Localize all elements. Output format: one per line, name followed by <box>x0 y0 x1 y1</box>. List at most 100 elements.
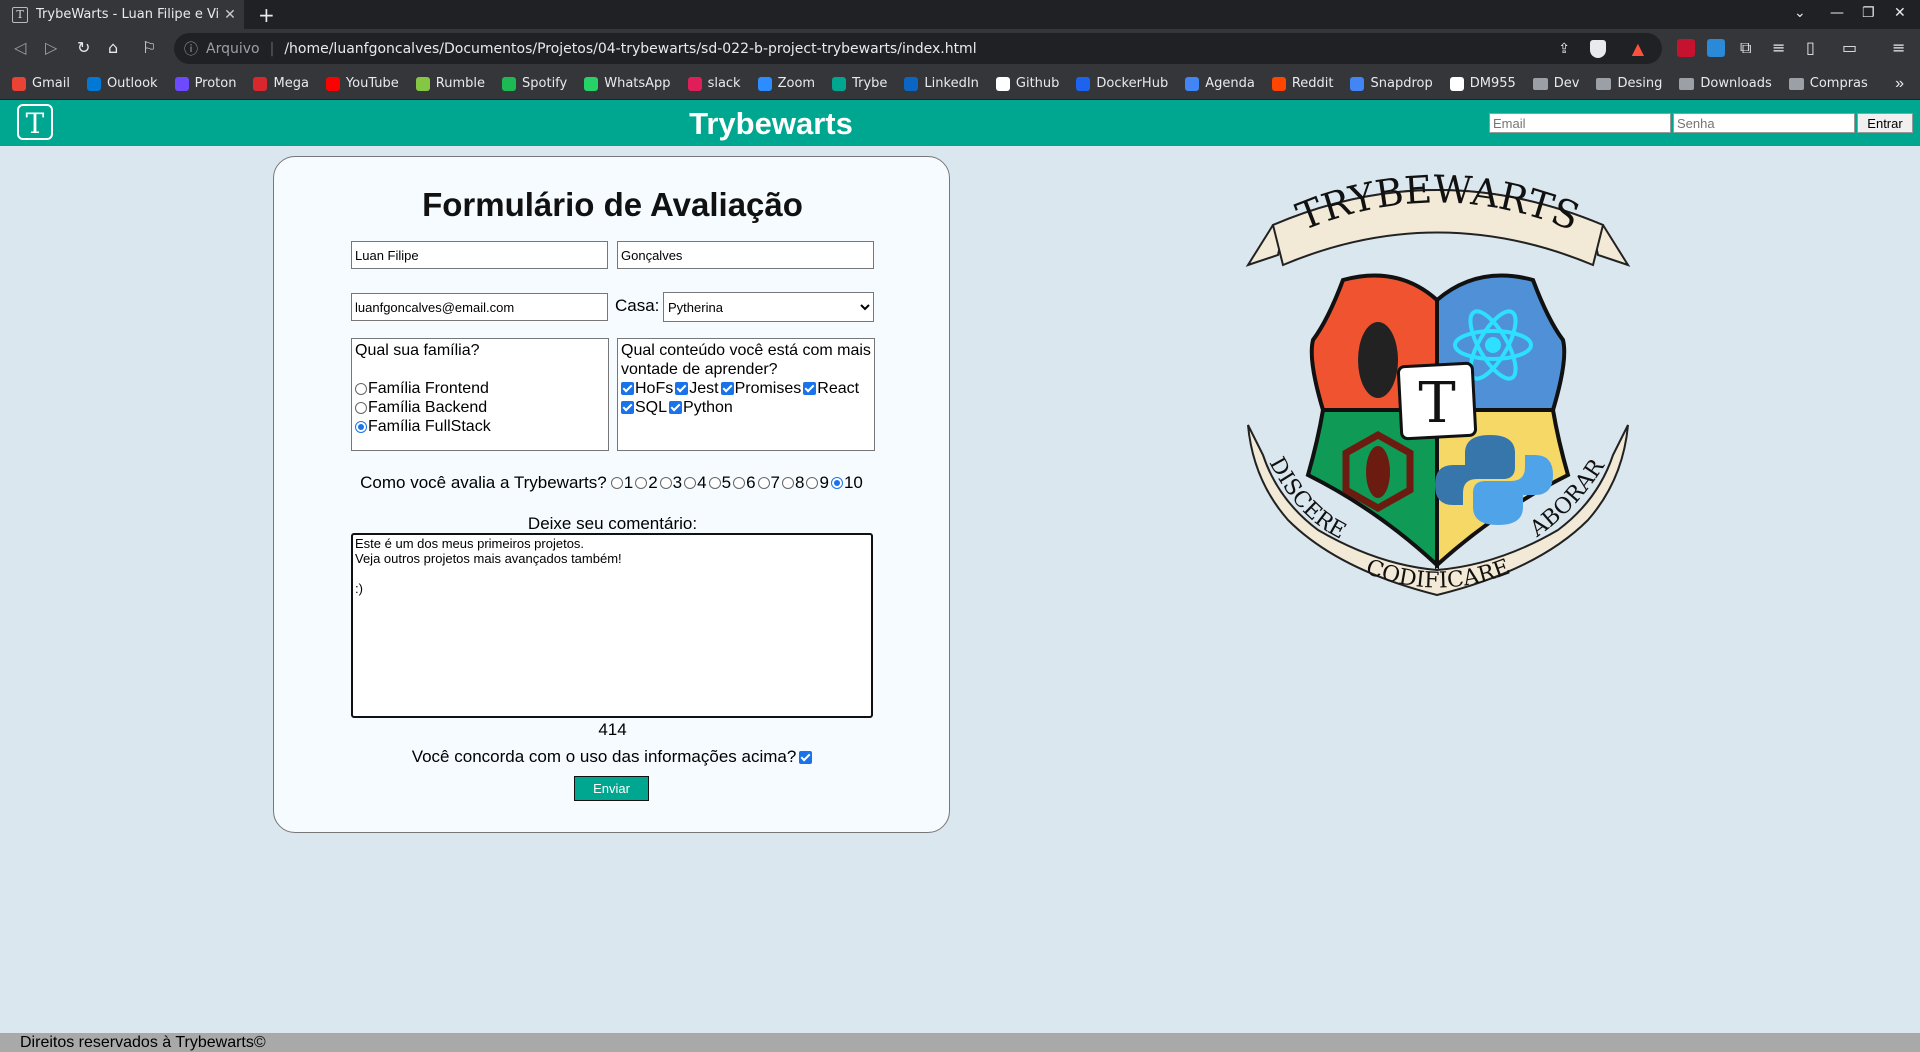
home-icon[interactable]: ⌂ <box>108 38 118 57</box>
bookmark-item[interactable]: WhatsApp <box>584 76 671 91</box>
agreement-checkbox[interactable] <box>799 750 813 764</box>
rating-option[interactable]: 8 <box>782 473 804 493</box>
rating-radio[interactable] <box>659 477 672 489</box>
folder-icon <box>1788 77 1804 90</box>
extension-icon[interactable] <box>1707 39 1725 57</box>
bookmark-item[interactable]: Reddit <box>1271 76 1334 91</box>
brave-rewards-icon[interactable]: ▲ <box>1632 39 1644 58</box>
brave-shield-icon[interactable] <box>1590 39 1606 58</box>
first-name-input[interactable] <box>351 241 608 269</box>
info-icon: ⓘ <box>184 41 198 58</box>
content-checkbox[interactable] <box>803 382 817 395</box>
rating-option[interactable]: 7 <box>757 473 780 493</box>
rating-option[interactable]: 4 <box>684 473 707 493</box>
password-input[interactable] <box>1673 113 1855 133</box>
bookmark-icon[interactable]: ⚐ <box>142 38 156 57</box>
bookmark-item[interactable]: Spotify <box>502 76 567 91</box>
rating-radio[interactable] <box>757 477 770 489</box>
comment-textarea[interactable]: Este é um dos meus primeiros projetos. V… <box>351 533 873 718</box>
bookmark-item[interactable]: Github <box>995 76 1059 91</box>
rating-option[interactable]: 2 <box>635 473 658 493</box>
bookmark-item[interactable]: Proton <box>174 76 236 91</box>
trybewarts-crest: TRYBEWARTS T DISCERE CODIFICARE LABORARE <box>1228 170 1631 597</box>
rating-radio[interactable] <box>708 477 721 489</box>
rating-radio[interactable] <box>733 477 746 489</box>
folder-icon <box>1679 77 1695 90</box>
submit-button[interactable]: Enviar <box>574 776 649 801</box>
extensions-puzzle-icon[interactable]: ⧉ <box>1740 38 1751 58</box>
bookmark-item[interactable]: Trybe <box>832 76 887 91</box>
rating-radio[interactable] <box>806 477 819 489</box>
rating-option[interactable]: 5 <box>708 473 731 493</box>
share-icon[interactable]: ⇪ <box>1558 41 1570 57</box>
rating-option[interactable]: 1 <box>610 473 633 493</box>
new-tab-icon[interactable]: + <box>258 3 275 27</box>
bookmark-label: Agenda <box>1205 76 1255 91</box>
browser-tab[interactable]: T TrybeWarts - Luan Filipe e Victo ✕ <box>0 0 244 29</box>
bookmark-item[interactable]: slack <box>687 76 741 91</box>
reload-icon[interactable]: ↻ <box>77 38 90 57</box>
bookmark-item[interactable]: Dev <box>1532 76 1579 91</box>
back-icon[interactable]: ◁ <box>14 38 26 57</box>
tab-close-icon[interactable]: ✕ <box>220 6 240 23</box>
bookmark-label: Downloads <box>1700 76 1772 91</box>
content-checkbox[interactable] <box>720 382 734 395</box>
wallet-icon[interactable]: ▭ <box>1842 38 1857 57</box>
bookmark-item[interactable]: Compras <box>1788 76 1868 91</box>
forward-icon[interactable]: ▷ <box>45 38 57 57</box>
rating-radio[interactable] <box>830 477 843 489</box>
rating-radio[interactable] <box>610 477 623 489</box>
bookmark-item[interactable]: LinkedIn <box>904 76 979 91</box>
bookmark-label: YouTube <box>345 76 399 91</box>
ublock-icon[interactable] <box>1677 39 1695 57</box>
playlist-icon[interactable]: ≡ <box>1772 38 1785 57</box>
family-label: Família Backend <box>368 398 488 416</box>
email-input[interactable] <box>1489 113 1671 133</box>
family-option[interactable]: Família Backend <box>355 398 605 417</box>
rating-radio[interactable] <box>782 477 795 489</box>
content-checkbox[interactable] <box>675 382 689 395</box>
tab-list-chevron-icon[interactable]: ⌄ <box>1794 5 1806 21</box>
rating-option[interactable]: 6 <box>733 473 756 493</box>
family-radio[interactable] <box>355 382 367 395</box>
house-select[interactable]: Pytherina <box>663 292 874 322</box>
last-name-input[interactable] <box>617 241 874 269</box>
minimize-icon[interactable]: — <box>1830 5 1844 21</box>
bookmark-item[interactable]: Zoom <box>757 76 815 91</box>
bookmark-item[interactable]: Snapdrop <box>1350 76 1433 91</box>
address-bar[interactable]: ⓘ Arquivo | /home/luanfgoncalves/Documen… <box>174 33 1662 64</box>
content-checkbox[interactable] <box>669 401 683 414</box>
family-option[interactable]: Família Frontend <box>355 379 605 398</box>
rating-option[interactable]: 9 <box>806 473 829 493</box>
bookmark-item[interactable]: Rumble <box>415 76 485 91</box>
bookmark-item[interactable]: Desing <box>1596 76 1662 91</box>
bookmarks-overflow-icon[interactable]: » <box>1895 75 1904 93</box>
bookmark-item[interactable]: Gmail <box>12 76 70 91</box>
sidebar-icon[interactable]: ▯ <box>1806 38 1815 57</box>
bookmark-favicon-icon <box>415 76 430 91</box>
email-field[interactable] <box>351 293 608 321</box>
maximize-icon[interactable]: ❐ <box>1862 5 1875 21</box>
bookmark-item[interactable]: Downloads <box>1679 76 1772 91</box>
content-checkbox[interactable] <box>621 401 634 414</box>
close-window-icon[interactable]: ✕ <box>1894 5 1906 21</box>
menu-icon[interactable]: ≡ <box>1892 38 1905 57</box>
rating-option[interactable]: 10 <box>830 473 863 493</box>
family-radio[interactable] <box>355 401 367 414</box>
bookmark-item[interactable]: DM955 <box>1449 76 1516 91</box>
bookmark-label: Reddit <box>1291 76 1334 91</box>
bookmark-favicon-icon <box>1271 76 1286 91</box>
bookmark-item[interactable]: Mega <box>253 76 309 91</box>
rating-radio[interactable] <box>684 477 697 489</box>
content-question: Qual conteúdo você está com mais vontade… <box>621 342 871 378</box>
rating-option[interactable]: 3 <box>659 473 682 493</box>
bookmark-item[interactable]: Agenda <box>1185 76 1255 91</box>
rating-radio[interactable] <box>635 477 648 489</box>
bookmark-item[interactable]: DockerHub <box>1076 76 1168 91</box>
content-checkbox[interactable] <box>621 382 634 395</box>
family-option[interactable]: Família FullStack <box>355 417 605 436</box>
family-radio-selected[interactable] <box>355 420 367 433</box>
login-button[interactable]: Entrar <box>1857 113 1913 133</box>
bookmark-item[interactable]: YouTube <box>325 76 399 91</box>
bookmark-item[interactable]: Outlook <box>86 76 158 91</box>
